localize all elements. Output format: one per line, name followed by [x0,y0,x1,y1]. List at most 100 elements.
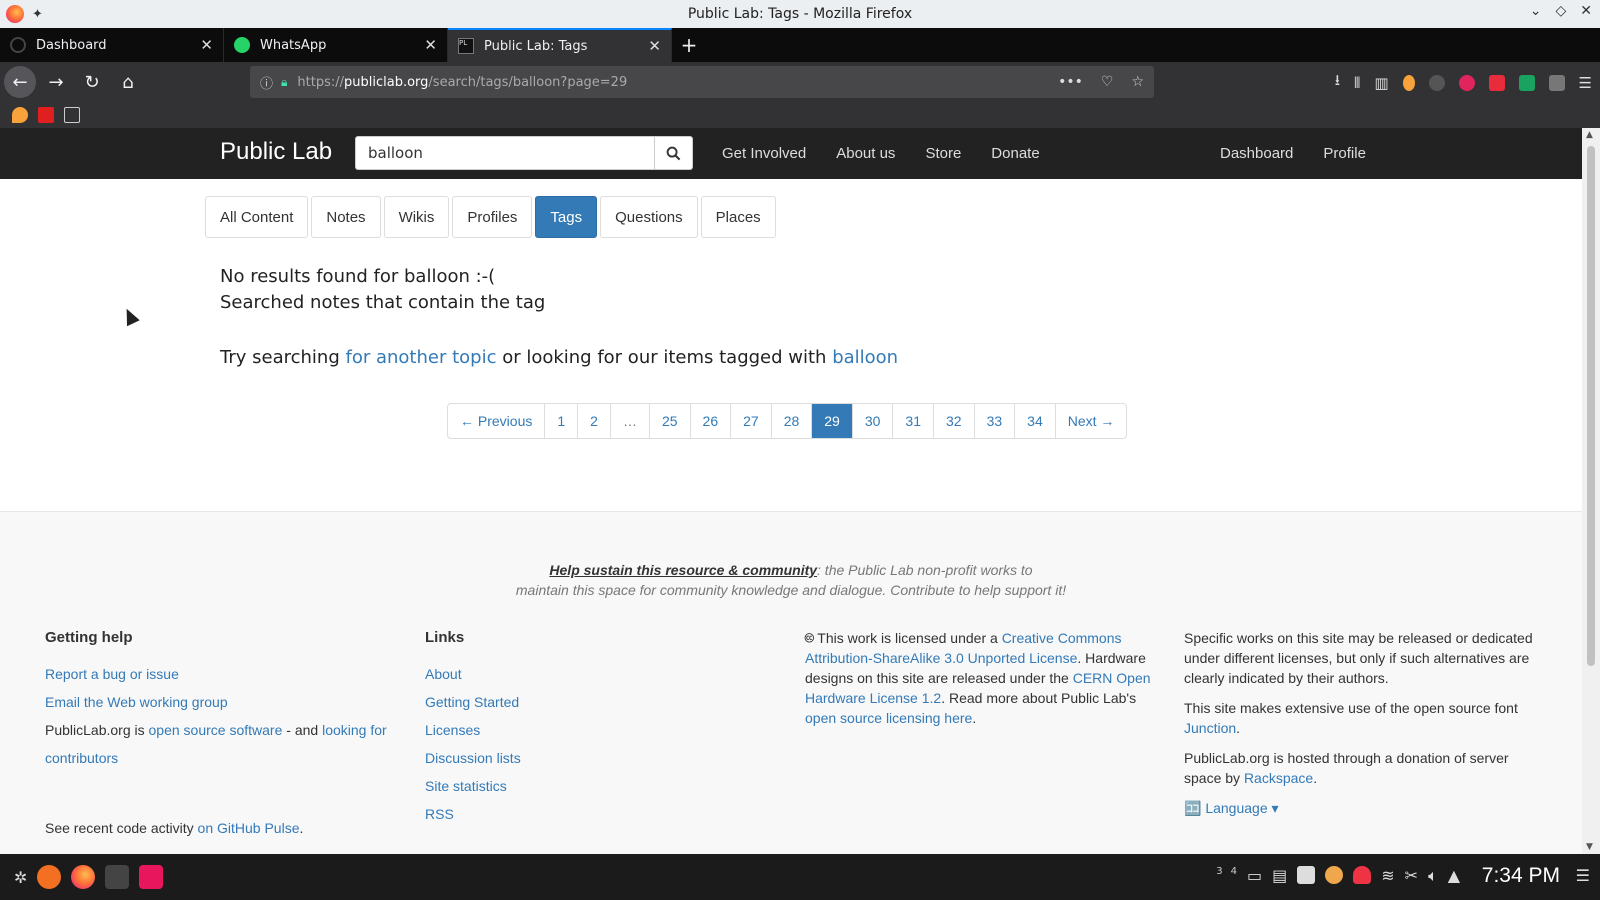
bookmark-icon[interactable] [12,107,28,123]
taskbar-terminal-icon[interactable] [105,865,130,889]
tools-icon[interactable]: ✂ [1405,866,1418,886]
screenshot-bookmark-icon[interactable] [64,107,80,123]
pin-icon[interactable]: ✦ [32,7,43,22]
another-topic-link[interactable]: for another topic [345,347,496,368]
bookmark-star-icon[interactable]: ☆ [1131,74,1144,90]
tab-public-lab-tags[interactable]: PL Public Lab: Tags ✕ [448,28,672,62]
footer-link-getting-started[interactable]: Getting Started [425,694,519,710]
page-link[interactable]: 30 [853,404,894,438]
scroll-up-icon[interactable]: ▲ [1586,130,1593,140]
pocket-icon[interactable]: ♡ [1101,74,1114,90]
window-icon[interactable]: ▭ [1247,866,1262,886]
page-link[interactable]: 31 [893,404,934,438]
taskbar-app-icon[interactable] [139,865,164,889]
downloads-icon[interactable]: ⭳ [1335,70,1340,95]
page-link[interactable]: 1 [545,404,579,438]
footer-link-site-statistics[interactable]: Site statistics [425,778,507,794]
lock-icon[interactable]: 🔒︎ [281,75,287,90]
tab-all-content[interactable]: All Content [205,196,309,238]
nav-dashboard[interactable]: Dashboard [1220,145,1293,162]
app-launcher-icon[interactable]: ✲ [14,868,27,887]
close-tab-icon[interactable]: ✕ [648,37,661,55]
footer-link-licenses[interactable]: Licenses [425,722,480,738]
nav-get-involved[interactable]: Get Involved [722,145,806,162]
sustain-link[interactable]: Help sustain this resource & community [549,562,817,578]
close-icon[interactable]: ✕ [1580,3,1592,19]
back-button[interactable]: ← [4,66,36,98]
forward-button[interactable]: → [40,66,72,98]
tab-wikis[interactable]: Wikis [383,196,450,238]
licensing-link[interactable]: open source licensing here [805,710,972,726]
nav-about-us[interactable]: About us [836,145,895,162]
page-link[interactable]: 26 [691,404,732,438]
page-link[interactable]: 2 [578,404,611,438]
new-tab-button[interactable]: + [672,28,706,62]
close-tab-icon[interactable]: ✕ [200,36,213,54]
search-button[interactable] [654,136,693,170]
info-icon[interactable]: ⓘ [260,73,273,92]
footer-link-about[interactable]: About [425,666,462,682]
page-actions-icon[interactable]: ••• [1058,74,1083,90]
tab-whatsapp[interactable]: WhatsApp ✕ [224,28,448,62]
url-text[interactable]: https://publiclab.org/search/tags/balloo… [297,75,1058,90]
workspace-switcher[interactable]: 34 [1216,866,1237,886]
extension-icon[interactable] [1428,74,1445,91]
sidebar-icon[interactable]: ▥ [1374,74,1388,92]
nav-donate[interactable]: Donate [991,145,1039,162]
previous-page-button[interactable]: ← Previous [448,404,546,438]
maximize-icon[interactable]: ◇ [1555,3,1566,19]
scroll-thumb[interactable] [1587,146,1595,666]
tab-questions[interactable]: Questions [600,196,698,238]
library-icon[interactable]: ⫴ [1354,74,1360,92]
balloon-tag-link[interactable]: balloon [832,347,898,368]
github-pulse-link[interactable]: on GitHub Pulse [198,820,300,836]
next-page-button[interactable]: Next → [1056,404,1127,438]
taskbar-menu-icon[interactable]: ☰ [1576,866,1590,885]
tab-profiles[interactable]: Profiles [452,196,533,238]
reload-button[interactable]: ↻ [76,66,108,98]
tray-app-icon[interactable] [1297,866,1316,884]
url-bar[interactable]: ⓘ 🔒︎ https://publiclab.org/search/tags/b… [250,66,1154,98]
tab-dashboard[interactable]: Dashboard ✕ [0,28,224,62]
page-link[interactable]: 34 [1015,404,1056,438]
extension-icon[interactable] [1458,74,1475,91]
scroll-down-icon[interactable]: ▼ [1586,842,1593,852]
tab-places[interactable]: Places [700,196,776,238]
extension-icon[interactable] [1518,74,1535,91]
search-input[interactable]: balloon [355,136,655,170]
language-dropdown[interactable]: Language ▾ [1205,800,1278,816]
taskbar-firefox-icon[interactable] [71,865,96,889]
page-link[interactable]: 28 [772,404,813,438]
footer-link-discussion-lists[interactable]: Discussion lists [425,750,521,766]
page-link[interactable]: 32 [934,404,975,438]
clipboard-icon[interactable]: ▤ [1272,866,1287,886]
site-brand[interactable]: Public Lab [220,138,332,166]
report-bug-link[interactable]: Report a bug or issue [45,666,179,682]
bookmark-icon[interactable] [38,107,54,123]
current-page[interactable]: 29 [812,404,853,438]
page-scrollbar[interactable]: ▲ ▼ [1582,128,1600,854]
extension-icon[interactable] [1488,74,1505,91]
open-source-link[interactable]: open source software [149,722,283,738]
close-tab-icon[interactable]: ✕ [424,36,437,54]
tab-notes[interactable]: Notes [311,196,381,238]
wifi-icon[interactable]: ≋ [1381,866,1394,886]
menu-icon[interactable]: ☰ [1579,74,1592,92]
page-link[interactable]: 25 [650,404,691,438]
email-web-group-link[interactable]: Email the Web working group [45,694,228,710]
tray-app-icon[interactable] [1325,866,1344,884]
home-button[interactable]: ⌂ [112,66,144,98]
nav-store[interactable]: Store [925,145,961,162]
taskbar-clock[interactable]: 7:34 PM [1482,864,1560,888]
nav-profile[interactable]: Profile [1323,145,1366,162]
minimize-icon[interactable]: ⌄ [1530,3,1542,19]
tab-tags[interactable]: Tags [535,196,598,238]
extension-icon[interactable] [1402,74,1415,91]
page-link[interactable]: 27 [731,404,772,438]
tray-app-icon[interactable] [1353,866,1372,884]
footer-link-rss[interactable]: RSS [425,806,454,822]
page-link[interactable]: 33 [975,404,1016,438]
volume-icon[interactable]: 🔈︎ [1428,866,1438,886]
tray-expand-icon[interactable]: ▲ [1448,866,1460,886]
rackspace-link[interactable]: Rackspace [1244,770,1313,786]
